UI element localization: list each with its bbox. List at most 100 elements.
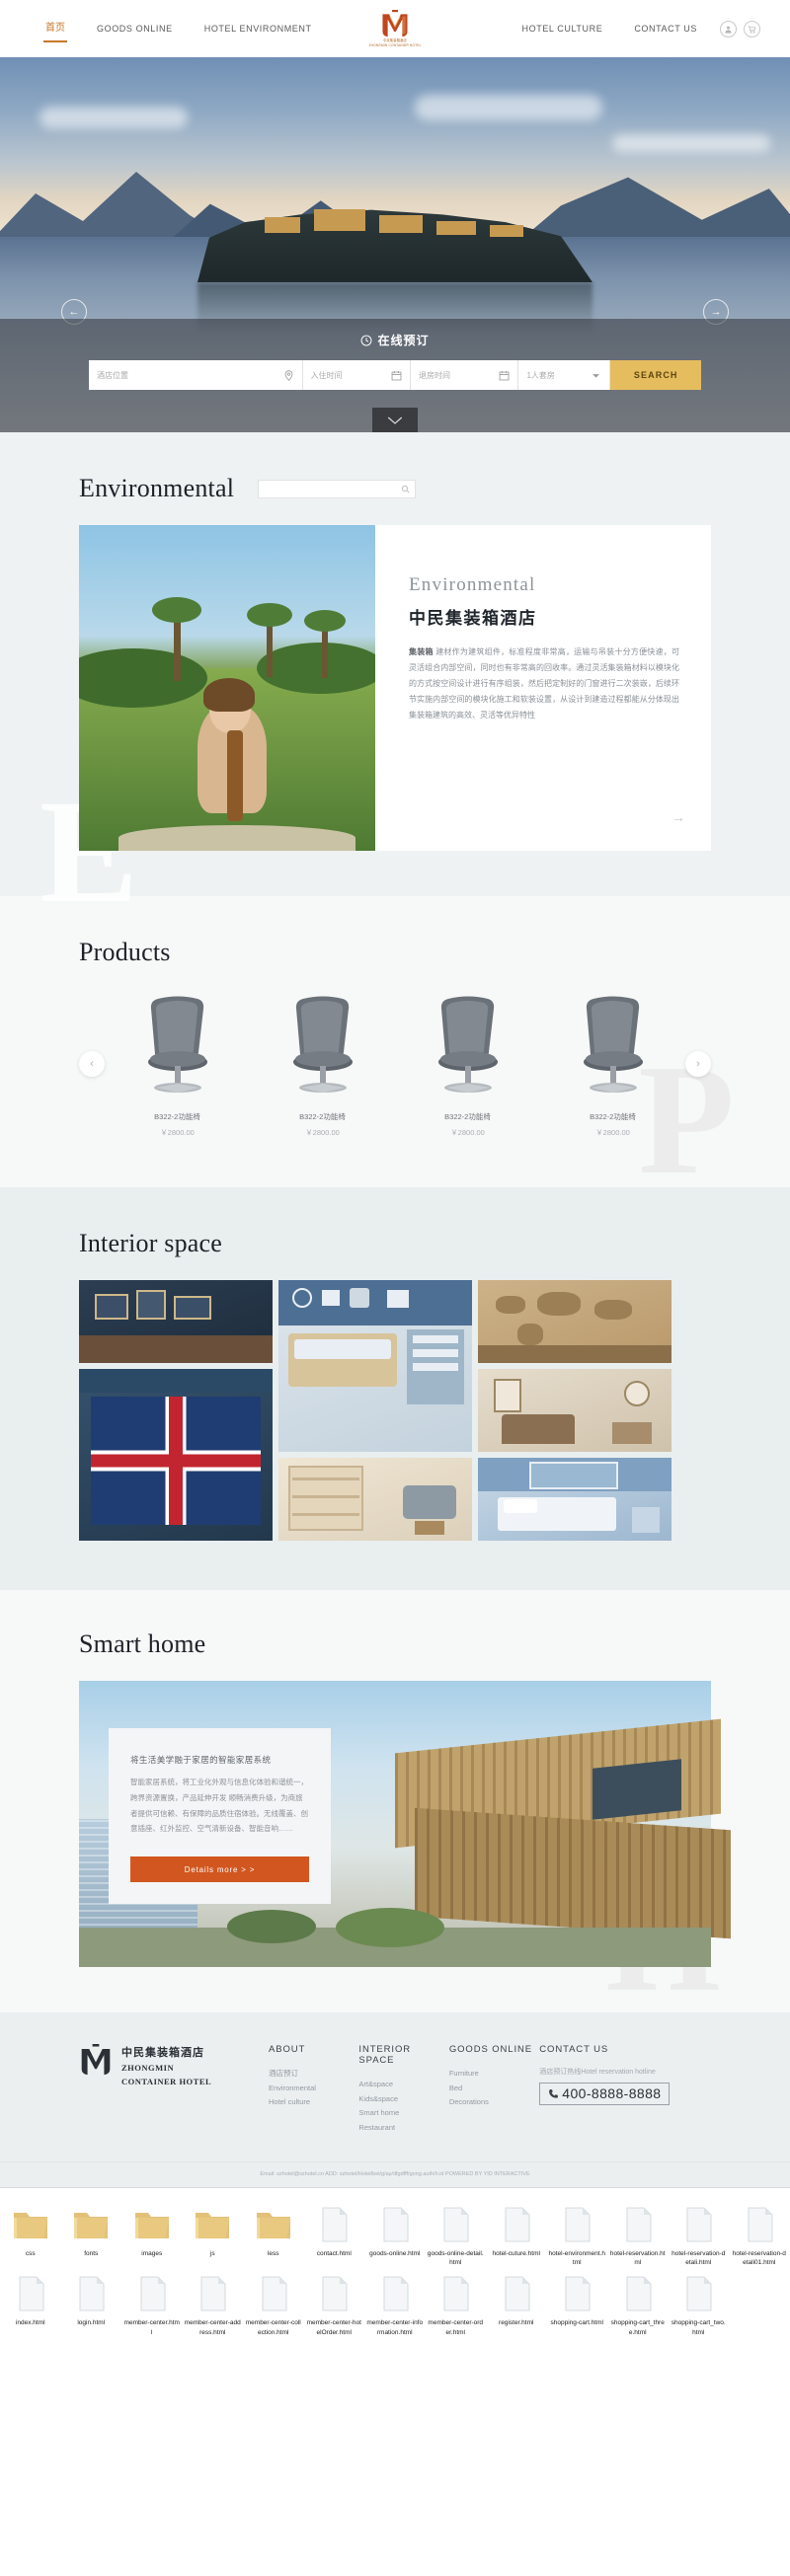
file-item-hotel-culture[interactable]: hotel-cuture.html [486, 2198, 547, 2268]
file-item-hotel-reservation-detali[interactable]: hotel-reservation-detali.html [669, 2198, 730, 2268]
footer-link-environmental[interactable]: Environmental [269, 2082, 358, 2096]
file-item-images[interactable]: images [121, 2198, 183, 2268]
footer-link-furniture[interactable]: Furniture [449, 2067, 539, 2082]
nav-item-contact-us[interactable]: CONTACT US [618, 9, 713, 48]
file-label: shopping-cart_three.html [610, 2319, 665, 2336]
file-item-member-center-collection[interactable]: member-center-collection.html [243, 2267, 304, 2337]
file-item-shopping-cart-three[interactable]: shopping-cart_three.html [607, 2267, 669, 2337]
nav-item-hotel-culture[interactable]: HOTEL CULTURE [507, 9, 619, 48]
union-jack-bedroom[interactable] [79, 1369, 273, 1541]
file-item-login[interactable]: login.html [61, 2267, 122, 2337]
blue-single-bedroom[interactable] [478, 1458, 672, 1541]
nav-item-hotel-environment[interactable]: HOTEL ENVIRONMENT [189, 9, 328, 48]
file-item-member-center-hotel-order[interactable]: member-center-hotelOrder.html [304, 2267, 365, 2337]
file-label: login.html [77, 2319, 106, 2327]
building-light [490, 225, 523, 237]
file-icon [185, 2271, 242, 2316]
products-next-button[interactable]: › [685, 1050, 711, 1077]
footer-link-bed[interactable]: Bed [449, 2082, 539, 2096]
file-item-member-center[interactable]: member-center.html [121, 2267, 183, 2337]
scroll-down-button[interactable] [372, 408, 418, 432]
file-item-hotel-environment[interactable]: hotel-environment.html [547, 2198, 608, 2268]
booking-location-input[interactable]: 酒店位置 [89, 360, 303, 390]
booking-title: 在线预订 [360, 332, 429, 348]
environmental-search-input[interactable] [258, 479, 417, 498]
file-icon [488, 2202, 545, 2247]
footer-brand[interactable]: 中民集装箱酒店 ZHONGMIN CONTAINER HOTEL [79, 2044, 269, 2136]
product-price: ￥2800.00 [595, 1128, 630, 1137]
building-light [265, 217, 300, 233]
footer-hotline[interactable]: 400-8888-8888 [539, 2083, 671, 2105]
footer-link-decorations[interactable]: Decorations [449, 2095, 539, 2110]
file-item-goods-online[interactable]: goods-online.html [364, 2198, 426, 2268]
world-map-wall[interactable] [478, 1280, 672, 1363]
smart-home-card: 将生活美学融于家居的智能家居系统 智能家居系统，将工业化外观与信息化体验和谐统一… [109, 1728, 331, 1904]
file-item-contact[interactable]: contact.html [304, 2198, 365, 2268]
footer-hotline-number: 400-8888-8888 [562, 2085, 662, 2101]
interior-gallery [79, 1280, 711, 1541]
file-label: shopping-cart.html [550, 2319, 603, 2327]
booking-search-button[interactable]: SEARCH [610, 360, 701, 390]
kids-bunk-room[interactable] [278, 1280, 472, 1452]
nav-item-home[interactable]: 首页 [30, 9, 81, 48]
product-name: B322-2功能椅 [590, 1112, 636, 1121]
file-item-register[interactable]: register.html [486, 2267, 547, 2337]
site-logo[interactable]: 中民集装箱酒店 ZHONGMIN CONTAINER HOTEL [368, 9, 421, 47]
smart-home-details-button[interactable]: Details more > > [130, 1856, 309, 1882]
footer-heading-about: ABOUT [269, 2044, 306, 2055]
file-row-2: index.html login.html member-center.html… [0, 2267, 790, 2337]
cart-icon[interactable] [744, 20, 760, 38]
file-item-hotel-reservation[interactable]: hotel-reservation.html [607, 2198, 669, 2268]
nav-right-group: HOTEL CULTURE CONTACT US [431, 9, 760, 48]
user-icon[interactable] [720, 20, 737, 38]
products-prev-button[interactable]: ‹ [79, 1050, 105, 1077]
file-item-member-center-order[interactable]: member-center-order.html [426, 2267, 487, 2337]
file-item-shopping-cart[interactable]: shopping-cart.html [547, 2267, 608, 2337]
footer-brand-en-2: CONTAINER HOTEL [121, 2077, 212, 2087]
product-card[interactable]: B322-2功能椅 ￥2800.00 [401, 989, 535, 1138]
booking-checkout-input[interactable]: 退房时间 [411, 360, 519, 390]
footer-link-art-space[interactable]: Art&space [358, 2078, 448, 2092]
environmental-heading: 中民集装箱酒店 [409, 609, 537, 628]
footer-link-smart-home[interactable]: Smart home [358, 2106, 448, 2121]
page-root: 首页 GOODS ONLINE HOTEL ENVIRONMENT 中民集装箱酒… [0, 0, 790, 2354]
file-item-member-center-address[interactable]: member-center-address.html [183, 2267, 244, 2337]
footer-link-restaurant[interactable]: Restaurant [358, 2121, 448, 2136]
file-item-js[interactable]: js [183, 2198, 244, 2268]
smart-home-heading: 将生活美学融于家居的智能家居系统 [130, 1755, 272, 1765]
product-card[interactable]: B322-2功能椅 ￥2800.00 [546, 989, 680, 1138]
file-label: hotel-environment.html [548, 2249, 605, 2266]
folder-icon [185, 2202, 242, 2247]
footer-column-interior-space: INTERIOR SPACE Art&space Kids&space Smar… [358, 2044, 448, 2136]
footer-link-hotel-culture[interactable]: Hotel culture [269, 2095, 358, 2110]
nav-item-goods-online[interactable]: GOODS ONLINE [81, 9, 189, 48]
file-item-hotel-reservation-detali01[interactable]: hotel-reservation-detali01.html [729, 2198, 790, 2268]
file-item-shopping-cart-two[interactable]: shopping-cart_two.html [669, 2267, 730, 2337]
file-label: contact.html [316, 2249, 352, 2257]
product-card[interactable]: B322-2功能椅 ￥2800.00 [256, 989, 390, 1138]
booking-checkin-input[interactable]: 入住时间 [302, 360, 412, 390]
file-item-goods-online-detail[interactable]: goods-online-detail.html [426, 2198, 487, 2268]
footer-link-reservation[interactable]: 酒店预订 [269, 2067, 358, 2082]
file-item-fonts[interactable]: fonts [61, 2198, 122, 2268]
file-item-less[interactable]: less [243, 2198, 304, 2268]
classic-sitting-room[interactable] [478, 1369, 672, 1452]
file-item-css[interactable]: css [0, 2198, 61, 2268]
product-card[interactable]: B322-2功能椅 ￥2800.00 [111, 989, 245, 1138]
section-interior-space: Interior space [0, 1187, 790, 1590]
gallery-wall-room[interactable] [79, 1280, 273, 1363]
footer-link-kids-space[interactable]: Kids&space [358, 2092, 448, 2107]
file-item-member-center-information[interactable]: member-center-information.html [364, 2267, 426, 2337]
footer-heading-contact: CONTACT US [539, 2044, 609, 2055]
environmental-more-button[interactable]: → [672, 809, 685, 825]
file-icon [123, 2271, 181, 2316]
booking-guests-select[interactable]: 1人套房 [518, 360, 611, 390]
file-row-1: css fonts images js less contact.html go… [0, 2198, 790, 2268]
environmental-body-text: 建材作为建筑组件，标准程度非常高，运输与吊装十分方便快速，可灵活组合内部空间，同… [409, 647, 680, 720]
file-icon [609, 2202, 667, 2247]
smart-home-stage: 将生活美学融于家居的智能家居系统 智能家居系统，将工业化外观与信息化体验和谐统一… [79, 1681, 731, 1967]
file-label: goods-online-detail.html [427, 2249, 484, 2266]
folder-icon [63, 2202, 120, 2247]
file-item-index[interactable]: index.html [0, 2267, 61, 2337]
study-bookshelf-room[interactable] [278, 1458, 472, 1541]
